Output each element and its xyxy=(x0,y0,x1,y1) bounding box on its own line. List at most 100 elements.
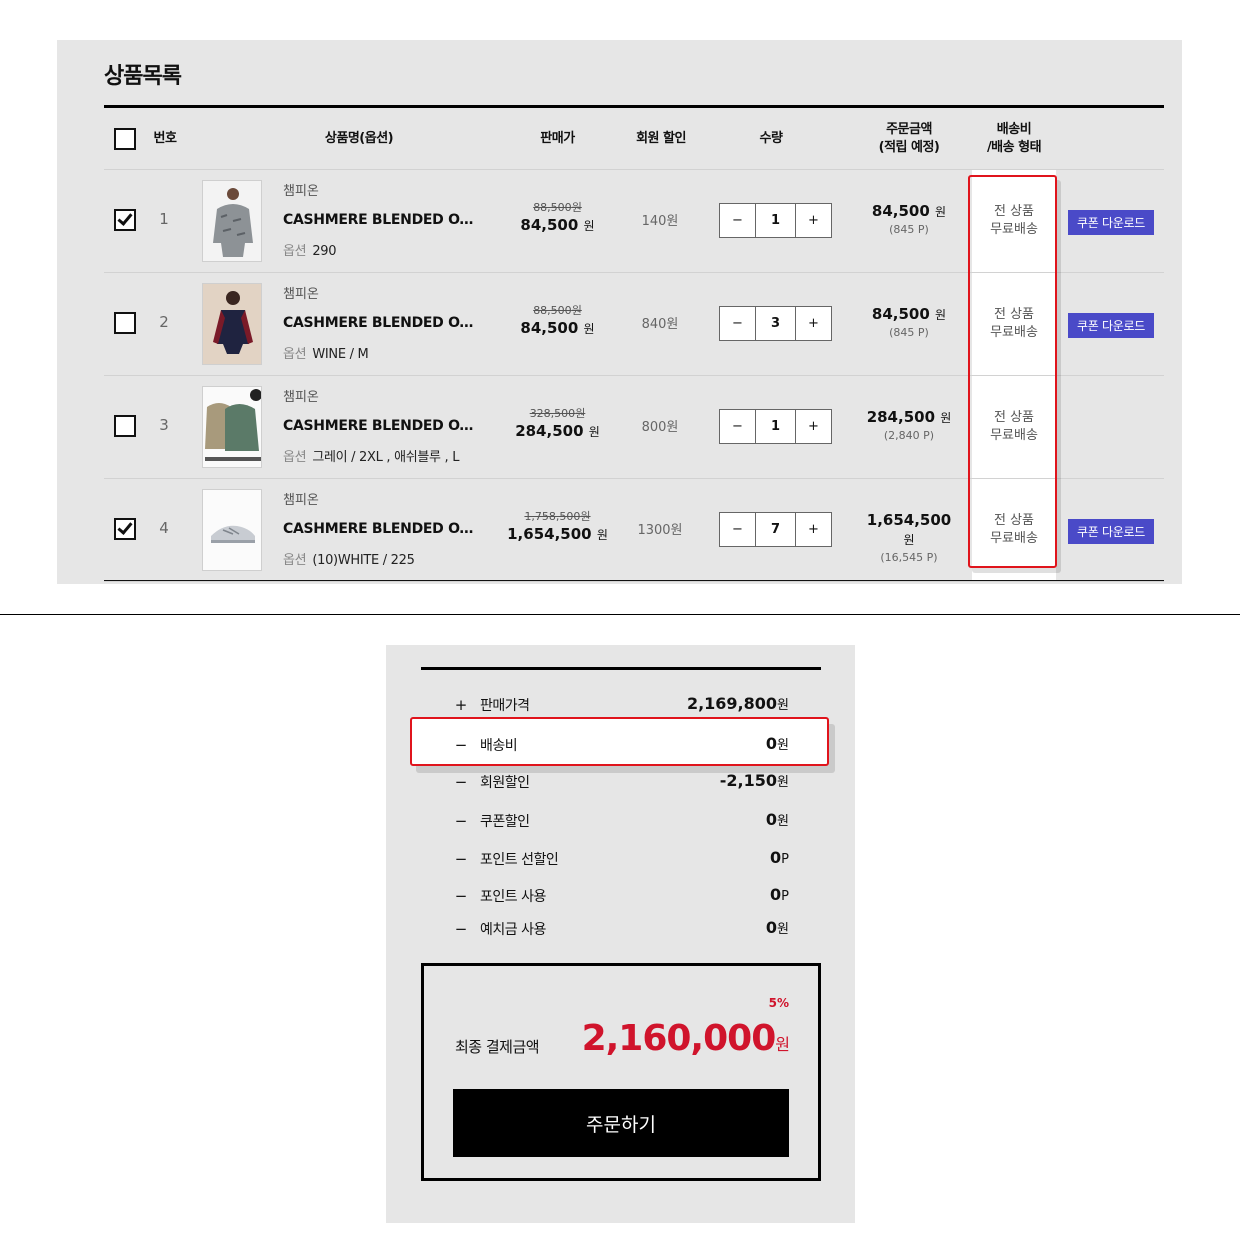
product-thumbnail[interactable] xyxy=(202,386,262,468)
select-all-checkbox[interactable] xyxy=(114,128,136,150)
shipping-line1: 전 상품 xyxy=(993,410,1034,425)
product-name[interactable]: CASHMERE BLENDED OVERSIZED xyxy=(283,315,483,331)
summary-label: 포인트 사용 xyxy=(480,889,546,905)
option-value: 290 xyxy=(312,244,337,259)
product-name[interactable]: CASHMERE BLENDED OVERSIZED xyxy=(283,418,483,434)
cart-panel: 상품목록 번호 상품명(옵션) 판매가 회원 할인 수량 주문금액 (적립 예정… xyxy=(57,40,1182,584)
original-price: 88,500원 xyxy=(504,303,611,319)
item-checkbox[interactable] xyxy=(114,518,136,540)
quantity-decrease-button[interactable]: − xyxy=(720,204,755,237)
reward-points: (2,840 P) xyxy=(883,429,935,442)
order-amount: 84,500 원 (845 P) xyxy=(859,305,959,341)
member-discount: 1300원 xyxy=(637,523,683,538)
summary-line: − 예치금 사용 0원 xyxy=(454,916,789,940)
summary-label: 배송비 xyxy=(480,738,518,754)
summary-unit: 원 xyxy=(777,922,789,937)
shipping-line2: 무료배송 xyxy=(990,531,1038,546)
quantity-input[interactable]: 1 xyxy=(755,204,796,237)
product-option: 옵션 (10)WHITE / 225 xyxy=(283,549,415,568)
shipping-info: 전 상품 무료배송 xyxy=(972,170,1056,272)
option-value: 그레이 / 2XL , 애쉬블루 , L xyxy=(312,450,460,465)
summary-top-rule xyxy=(421,667,821,670)
quantity-stepper: −7 + xyxy=(719,512,832,547)
option-label: 옵션 xyxy=(283,244,307,259)
item-number: 1 xyxy=(159,210,169,228)
won-unit: 원 xyxy=(588,425,600,439)
shipping-line2: 무료배송 xyxy=(990,325,1038,340)
original-price: 88,500원 xyxy=(504,200,611,216)
quantity-stepper: −3 + xyxy=(719,306,832,341)
product-brand: 챔피온 xyxy=(283,287,319,302)
minus-icon: − xyxy=(454,850,468,868)
reward-points: (845 P) xyxy=(889,326,929,339)
coupon-download-button[interactable]: 쿠폰 다운로드 xyxy=(1068,519,1154,544)
won-unit: 원 xyxy=(571,201,582,214)
product-option: 옵션 그레이 / 2XL , 애쉬블루 , L xyxy=(283,446,459,465)
quantity-input[interactable]: 7 xyxy=(755,513,796,546)
shipping-info: 전 상품 무료배송 xyxy=(972,273,1056,375)
minus-icon: − xyxy=(454,736,468,754)
sale-price-value: 284,500 xyxy=(515,422,584,440)
won-unit: 원 xyxy=(583,322,595,336)
minus-icon: − xyxy=(454,920,468,938)
shipping-line2: 무료배송 xyxy=(990,428,1038,443)
quantity-increase-button[interactable]: + xyxy=(796,307,831,340)
table-row: 1 챔피온 CASHMERE BLENDED OVERSIZED 옵션 290 88,50… xyxy=(104,170,1164,273)
quantity-input[interactable]: 1 xyxy=(755,410,796,443)
product-thumbnail[interactable] xyxy=(202,489,262,571)
product-name[interactable]: CASHMERE BLENDED OVERSIZED xyxy=(283,521,483,537)
order-amount: 1,654,500 원 (16,545 P) xyxy=(859,511,959,566)
summary-amount: 0P xyxy=(770,848,789,867)
table-row: 3 챔피온 CASHMERE BLENDED OVERSIZED 옵션 그레이 / 2X… xyxy=(104,376,1164,479)
product-thumbnail[interactable] xyxy=(202,180,262,262)
checkmark-icon xyxy=(117,210,133,226)
header-shipping-line2: /배송 형태 xyxy=(986,140,1042,155)
quantity-increase-button[interactable]: + xyxy=(796,513,831,546)
summary-line: + 판매가격 2,169,800원 xyxy=(454,692,789,716)
coupon-download-button[interactable]: 쿠폰 다운로드 xyxy=(1068,313,1154,338)
sale-price-value: 84,500 xyxy=(520,216,579,234)
order-button[interactable]: 주문하기 xyxy=(453,1089,789,1157)
item-price: 328,500원 284,500 원 xyxy=(504,406,611,442)
final-payment-box: 5% 최종 결제금액 2,160,000원 주문하기 xyxy=(421,963,821,1181)
summary-amount: 2,169,800원 xyxy=(687,694,789,713)
summary-amount: 0원 xyxy=(766,734,789,753)
coupon-download-button[interactable]: 쿠폰 다운로드 xyxy=(1068,210,1154,235)
item-checkbox[interactable] xyxy=(114,312,136,334)
quantity-increase-button[interactable]: + xyxy=(796,204,831,237)
item-checkbox[interactable] xyxy=(114,415,136,437)
order-amount: 284,500 원 (2,840 P) xyxy=(859,408,959,444)
header-order-amount-line1: 주문금액 xyxy=(886,122,932,137)
won-unit: 원 xyxy=(903,533,915,547)
summary-line: − 포인트 선할인 0P xyxy=(454,846,789,870)
summary-unit: P xyxy=(781,889,789,904)
product-name[interactable]: CASHMERE BLENDED OVERSIZED xyxy=(283,212,483,228)
header-shipping: 배송비 /배송 형태 xyxy=(972,121,1056,157)
final-payment-unit: 원 xyxy=(775,1035,790,1054)
quantity-decrease-button[interactable]: − xyxy=(720,513,755,546)
plus-icon: + xyxy=(454,696,468,714)
item-number: 3 xyxy=(159,416,169,434)
won-unit: 원 xyxy=(575,407,586,420)
product-thumbnail[interactable] xyxy=(202,283,262,365)
final-payment-amount: 2,160,000원 xyxy=(581,1018,790,1059)
final-payment-value: 2,160,000 xyxy=(581,1018,777,1059)
item-checkbox[interactable] xyxy=(114,209,136,231)
header-shipping-line1: 배송비 xyxy=(996,122,1032,137)
header-qty: 수량 xyxy=(759,131,783,146)
quantity-input[interactable]: 3 xyxy=(755,307,796,340)
summary-value: 0 xyxy=(765,810,778,829)
shipping-info: 전 상품무료배송 xyxy=(972,376,1056,478)
shipping-line1: 전 상품 xyxy=(993,204,1034,219)
quantity-decrease-button[interactable]: − xyxy=(720,410,755,443)
quantity-increase-button[interactable]: + xyxy=(796,410,831,443)
summary-line: − 회원할인 -2,150원 xyxy=(454,769,789,793)
header-order-amount: 주문금액 (적립 예정) xyxy=(859,121,959,157)
order-amount-value: 284,500 xyxy=(866,408,936,426)
original-price-value: 88,500 xyxy=(533,201,572,214)
summary-value: 0 xyxy=(765,734,778,753)
header-no: 번호 xyxy=(153,131,177,146)
order-amount-value-wrap: 84,500 원 xyxy=(859,202,959,222)
checkmark-icon xyxy=(117,519,133,535)
quantity-decrease-button[interactable]: − xyxy=(720,307,755,340)
